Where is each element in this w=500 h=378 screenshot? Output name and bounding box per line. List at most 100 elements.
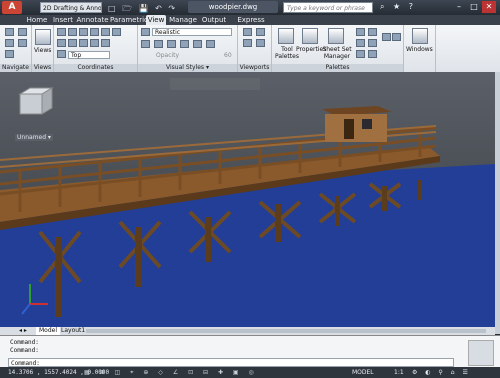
edge-effects-icon[interactable]: [141, 40, 150, 48]
windows-label[interactable]: Windows: [406, 46, 433, 53]
command-line-icon[interactable]: [356, 50, 365, 58]
command-input[interactable]: Command:: [8, 358, 454, 367]
color-icon[interactable]: [180, 40, 189, 48]
model-space-toggle[interactable]: MODEL: [352, 368, 374, 377]
infocenter-icons[interactable]: ⌕ ★ ?: [380, 2, 416, 12]
sheet-set-manager-label[interactable]: Sheet Set Manager: [322, 46, 352, 60]
viewport-join-icon[interactable]: [256, 28, 265, 36]
document-title: woodpier.dwg: [188, 1, 278, 13]
tool-palettes-icon[interactable]: [278, 28, 294, 44]
views-button-label[interactable]: Views: [34, 47, 51, 54]
sheet-set-manager-icon[interactable]: [328, 28, 344, 44]
ucs-y-icon[interactable]: [101, 28, 110, 36]
vertical-scrollbar[interactable]: [495, 72, 500, 334]
design-center-icon[interactable]: [356, 28, 365, 36]
annotation-scale[interactable]: 1:1: [394, 368, 404, 377]
tab-insert[interactable]: Insert: [51, 15, 75, 25]
horizontal-scrollbar[interactable]: [86, 329, 486, 333]
windows-icon[interactable]: [412, 28, 428, 44]
tab-view[interactable]: View: [146, 15, 166, 25]
tab-annotate[interactable]: Annotate: [76, 15, 109, 25]
tab-model[interactable]: Model: [36, 327, 61, 335]
visual-style-dropdown[interactable]: Realistic: [152, 28, 232, 36]
xray-icon[interactable]: [193, 40, 202, 48]
orbit-icon[interactable]: [5, 39, 14, 47]
drawing-viewport[interactable]: Unnamed ▾: [0, 72, 495, 327]
viewport-named-icon[interactable]: [256, 39, 265, 47]
ucs-z-icon[interactable]: [112, 28, 121, 36]
shadow-icon[interactable]: [154, 40, 163, 48]
close-button[interactable]: ✕: [482, 1, 496, 13]
command-window: Command: Command: Command:: [0, 335, 500, 368]
ucs-named-icon[interactable]: [57, 50, 66, 58]
palettes-panel-label: Palettes: [272, 64, 403, 72]
visual-styles-panel: Realistic Opacity 60 Visual Styles ▾: [138, 25, 238, 72]
render-icon[interactable]: [392, 33, 401, 41]
properties-icon[interactable]: [302, 28, 318, 44]
tab-home[interactable]: Home: [24, 15, 50, 25]
visual-style-icon[interactable]: [141, 28, 150, 36]
nav-arrow-icons[interactable]: ◂ ▸: [16, 327, 30, 335]
markup-set-icon[interactable]: [368, 28, 377, 36]
named-views-dropdown[interactable]: Unnamed ▾: [15, 134, 53, 141]
tab-output[interactable]: Output: [200, 15, 228, 25]
tab-parametric[interactable]: Parametric: [110, 15, 148, 25]
navigation-bar[interactable]: [170, 78, 260, 90]
pier-hut: [322, 106, 392, 142]
showmotion-icon[interactable]: [5, 50, 14, 58]
materials-icon[interactable]: [368, 50, 377, 58]
opacity-label: Opacity: [156, 52, 180, 59]
views-panel-label: Views: [32, 64, 53, 72]
ucs-object-icon[interactable]: [68, 39, 77, 47]
application-menu-button[interactable]: A: [2, 1, 22, 14]
minimize-button[interactable]: –: [452, 1, 466, 13]
coordinates-panel-label: Coordinates: [54, 64, 137, 72]
dbconnect-icon[interactable]: [368, 39, 377, 47]
tab-layout1[interactable]: Layout1: [58, 327, 88, 335]
ribbon: Navigate Views Views Top Coordinates Rea…: [0, 25, 500, 73]
lights-icon[interactable]: [382, 33, 391, 41]
views-panel: Views Views: [32, 25, 54, 72]
title-bar: A 2D Drafting & Annotation □ 🗁 💾 ↶ ↷ woo…: [0, 0, 500, 15]
face-style-icon[interactable]: [167, 40, 176, 48]
ucs-origin-icon[interactable]: [79, 28, 88, 36]
steering-wheel-icon[interactable]: [18, 28, 27, 36]
ucs-3point-icon[interactable]: [90, 39, 99, 47]
ucs-x-icon[interactable]: [90, 28, 99, 36]
ucs-icon[interactable]: [57, 28, 66, 36]
layout-tab-bar: ◂ ▸ Model Layout1: [0, 327, 495, 335]
pan-icon[interactable]: [5, 28, 14, 36]
maximize-button[interactable]: □: [467, 1, 481, 13]
ucs-zaxis-icon[interactable]: [101, 39, 110, 47]
palettes-panel: Tool Palettes Properties Sheet Set Manag…: [272, 25, 404, 72]
ucs-view-icon[interactable]: [57, 39, 66, 47]
visual-styles-panel-label[interactable]: Visual Styles ▾: [138, 64, 237, 72]
workspace-dropdown[interactable]: 2D Drafting & Annotation: [40, 2, 102, 13]
windows-panel: Windows: [404, 25, 436, 72]
command-prompt: Command:: [11, 360, 40, 367]
drafting-settings-icons[interactable]: ▦ ⊞ ◫ ⌖ ⊕ ◇ ∠ ⊡ ⊟ ✚ ▣ ◎: [84, 369, 258, 377]
quickcalc-icon[interactable]: [356, 39, 365, 47]
views-icon[interactable]: [35, 29, 51, 45]
coordinates-panel: Top Coordinates: [54, 25, 138, 72]
ucs-world-icon[interactable]: [68, 28, 77, 36]
command-history-line: Command:: [10, 339, 39, 346]
command-window-scroll[interactable]: [468, 340, 494, 366]
status-tray-icons[interactable]: ⚙ ◐ ⚲ ⌂ ☰: [412, 368, 471, 377]
viewcube[interactable]: [18, 87, 54, 115]
ribbon-tab-row: Home Insert Annotate Parametric View Man…: [0, 15, 500, 34]
view-dropdown[interactable]: Top: [68, 51, 110, 59]
ucs-face-icon[interactable]: [79, 39, 88, 47]
navigate-panel-label: Navigate: [0, 64, 31, 72]
status-bar: 14.3706 , 1557.4024 , 0.0000 ▦ ⊞ ◫ ⌖ ⊕ ◇…: [0, 367, 500, 378]
viewport-restore-icon[interactable]: [243, 39, 252, 47]
viewport-config-icon[interactable]: [243, 28, 252, 36]
zoom-icon[interactable]: [18, 39, 27, 47]
viewports-panel: Viewports: [238, 25, 272, 72]
tab-manage[interactable]: Manage: [168, 15, 198, 25]
viewports-panel-label: Viewports: [238, 64, 271, 72]
search-input[interactable]: Type a keyword or phrase: [283, 2, 373, 13]
lighting-icon[interactable]: [206, 40, 215, 48]
tab-express-tools[interactable]: Express Tools: [229, 15, 273, 34]
command-history-line: Command:: [10, 347, 39, 354]
